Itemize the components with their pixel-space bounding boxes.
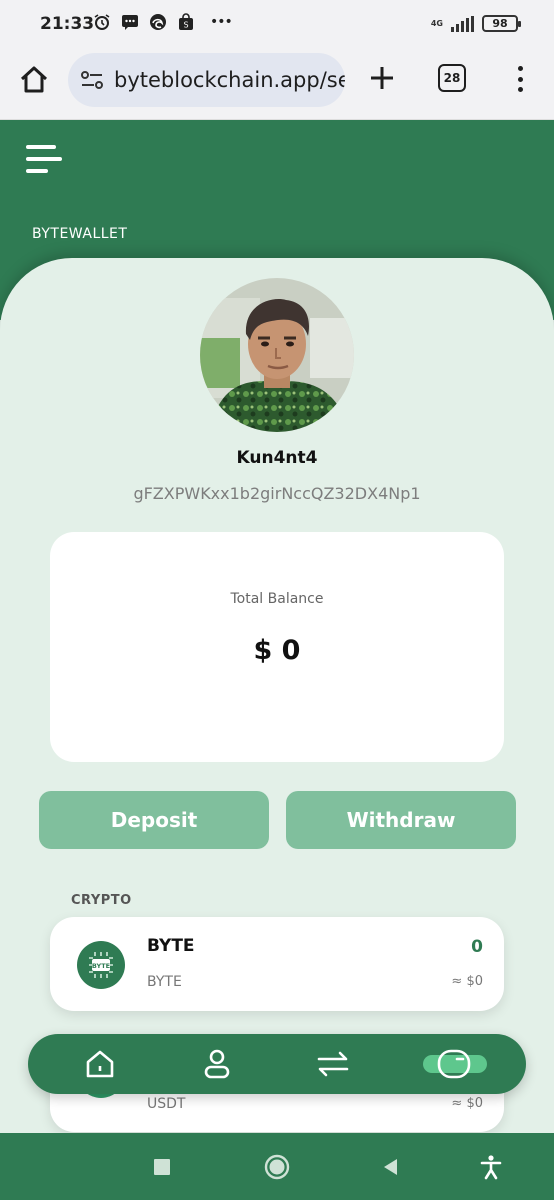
status-bar: 21:33 S ••• 4G 98 (0, 0, 554, 50)
battery-icon: 98 (482, 15, 521, 32)
menu-dot (517, 87, 523, 92)
tab-switcher-button[interactable]: 28 (438, 64, 466, 92)
asset-amount: 0 (471, 937, 483, 957)
byte-coin-icon: BYTE (77, 941, 125, 989)
nav-home[interactable] (80, 1044, 120, 1084)
menu-dot (517, 76, 523, 82)
username: Kun4nt4 (236, 448, 318, 468)
brand-title: BYTEWALLET (32, 226, 128, 242)
transfer-icon (317, 1051, 349, 1077)
nav-profile[interactable] (197, 1044, 237, 1084)
profile-photo (200, 278, 354, 432)
accessibility-icon (480, 1155, 502, 1180)
asset-name: BYTE (147, 936, 195, 956)
back-triangle-icon (384, 1159, 397, 1175)
notification-icons: S ••• (92, 12, 233, 32)
browser-toolbar: byteblockchain.app/se 28 (0, 50, 554, 120)
avatar[interactable] (200, 278, 354, 432)
signal-icon (451, 15, 474, 32)
more-notifications-icon: ••• (210, 14, 233, 30)
system-status: 4G 98 (430, 15, 521, 32)
system-navigation-bar (0, 1133, 554, 1200)
bottom-navigation (28, 1034, 526, 1094)
wallet-address[interactable]: gFZXPWKxx1b2girNccQZ32DX4Np1 (0, 484, 554, 503)
system-home-button[interactable] (263, 1153, 291, 1181)
balance-label: Total Balance (230, 591, 324, 607)
back-button[interactable] (376, 1153, 404, 1181)
edge-browser-icon (148, 12, 168, 32)
url-text: byteblockchain.app/se (114, 68, 345, 92)
site-settings-icon[interactable] (78, 66, 106, 94)
asset-usd-value: ≈ $0 (451, 974, 483, 989)
square-icon (154, 1159, 170, 1175)
plus-icon (371, 67, 393, 89)
recent-apps-button[interactable] (148, 1153, 176, 1181)
alarm-icon (92, 12, 112, 32)
hamburger-menu-icon[interactable] (26, 145, 62, 179)
circle-icon (264, 1154, 290, 1180)
new-tab-button[interactable] (366, 62, 398, 94)
crypto-section-title: CRYPTO (71, 893, 132, 908)
home-icon (86, 1050, 114, 1078)
balance-value: $ 0 (253, 635, 301, 666)
status-time: 21:33 (40, 14, 95, 34)
svg-text:S: S (183, 21, 188, 30)
menu-dot (517, 66, 523, 71)
asset-card-byte[interactable]: BYTE BYTE BYTE 0 ≈ $0 (50, 917, 504, 1011)
home-icon (20, 66, 48, 93)
address-bar[interactable]: byteblockchain.app/se (68, 53, 345, 107)
message-icon (120, 12, 140, 32)
asset-symbol: BYTE (147, 974, 182, 990)
byte-icon-label: BYTE (92, 962, 110, 970)
asset-symbol: USDT (147, 1096, 186, 1112)
browser-home-button[interactable] (16, 62, 52, 98)
battery-level: 98 (492, 17, 508, 30)
tab-count: 28 (443, 71, 461, 85)
withdraw-button[interactable]: Withdraw (286, 791, 516, 849)
wallet-icon (437, 1049, 471, 1079)
browser-menu-button[interactable] (508, 63, 532, 95)
nav-wallet[interactable] (434, 1044, 474, 1084)
network-type: 4G (430, 19, 443, 28)
balance-card: Total Balance $ 0 (50, 532, 504, 762)
accessibility-button[interactable] (477, 1153, 505, 1181)
profile-icon (204, 1049, 230, 1079)
deposit-button[interactable]: Deposit (39, 791, 269, 849)
asset-usd-value: ≈ $0 (451, 1096, 483, 1111)
nav-transfer[interactable] (313, 1044, 353, 1084)
shopping-bag-icon: S (176, 12, 196, 32)
